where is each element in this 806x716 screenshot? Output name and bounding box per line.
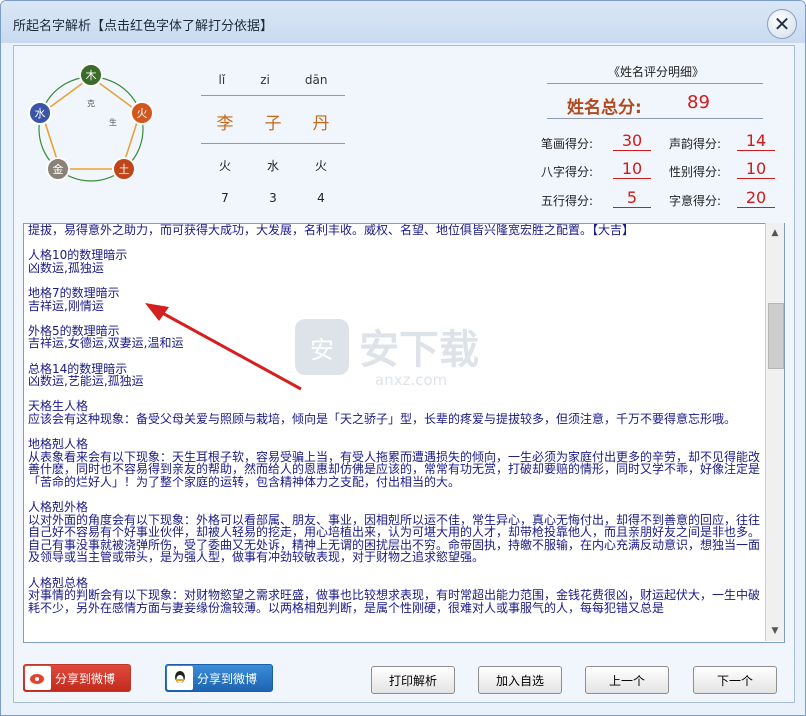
analysis-line: 地格7的数理暗示 [28, 285, 120, 300]
element-fire: 火 [130, 101, 154, 125]
analysis-text: 提拔，易得意外之助力，而可获得大成功，大发展，名利丰收。威权、名望、地位俱皆兴隆… [28, 224, 766, 614]
next-button[interactable]: 下一个 [693, 666, 777, 694]
score-value-meaning[interactable]: 20 [737, 188, 775, 208]
analysis-blank [28, 426, 766, 439]
name-char-2: 子 [264, 114, 282, 134]
score-value-gender[interactable]: 10 [737, 159, 775, 179]
annotation-arrow-icon [145, 303, 302, 391]
name-chars-row: 李 子 丹 [201, 109, 345, 134]
pinyin-2: zi [260, 73, 270, 87]
element-water: 水 [28, 101, 52, 125]
wuxing-1: 火 [218, 159, 231, 173]
strokes-1: 7 [221, 191, 229, 205]
svg-text:木: 木 [86, 69, 97, 82]
score-label-wuxing: 五行得分: [541, 194, 594, 208]
wuxing-diagram: 克 生 木 火 土 金 水 [28, 63, 154, 182]
pinyin-3: dān [304, 73, 328, 87]
add-favorite-button[interactable]: 加入自选 [478, 666, 562, 694]
pinyin-row: lǐ zi dān [201, 73, 345, 87]
watermark: 安 安下载 anxz.com [295, 319, 515, 389]
wuxing-row: 火 水 火 [201, 157, 345, 174]
element-earth: 土 [112, 157, 136, 181]
svg-text:土: 土 [119, 163, 130, 176]
close-button[interactable]: ✕ [767, 9, 797, 39]
close-icon: ✕ [773, 12, 791, 36]
analysis-line: 以对外面的角度会有以下现象：外格可以看部属、朋友、事业，因相剋所以运不佳，常生异… [28, 512, 761, 565]
name-char-3: 丹 [312, 114, 330, 134]
total-score-label: 姓名总分: [567, 98, 642, 118]
strokes-row: 7 3 4 [201, 191, 345, 205]
score-label-gender: 性别得分: [669, 165, 722, 179]
scroll-up-icon[interactable]: ▲ [769, 227, 781, 239]
analysis-window: 所起名字解析【点击红色字体了解打分依据】 ✕ 克 生 木 火 土 金 水 lǐ … [0, 0, 806, 716]
vertical-scrollbar[interactable]: ▲ ▼ [765, 223, 784, 641]
analysis-line: 人格10的数理暗示 [28, 248, 128, 263]
element-metal: 金 [46, 157, 70, 181]
window-title: 所起名字解析【点击红色字体了解打分依据】 [13, 19, 274, 34]
watermark-brand: 安下载 [359, 327, 479, 373]
name-char-1: 李 [216, 114, 234, 134]
wuxing-3: 火 [314, 159, 327, 173]
strokes-3: 4 [317, 191, 325, 205]
wuxing-2: 水 [266, 159, 279, 173]
score-caption: 《姓名评分明细》 [607, 65, 704, 79]
score-label-meaning: 字意得分: [669, 194, 722, 208]
qq-icon [167, 666, 193, 690]
bottom-toolbar: 分享到微博 分享到微博 打印解析 加入自选 上一个 下一个 [13, 656, 793, 700]
title-bar: 所起名字解析【点击红色字体了解打分依据】 ✕ [1, 1, 805, 43]
score-label-rhyme: 声韵得分: [669, 137, 722, 151]
score-label-bazi: 八字得分: [541, 165, 594, 179]
analysis-blank [28, 388, 766, 401]
analysis-line: 从表象看来会有以下现象：天生耳根子软，容易受骗上当，有受人拖累而遭遇损失的倾向，… [28, 449, 761, 489]
analysis-blank [28, 488, 766, 501]
print-analysis-button[interactable]: 打印解析 [371, 666, 455, 694]
weibo-icon [25, 666, 51, 690]
total-score-value: 89 [687, 92, 710, 113]
score-value-bazi[interactable]: 10 [613, 159, 651, 179]
pinyin-1: lǐ [218, 73, 226, 87]
analysis-line: 提拔，易得意外之助力，而可获得大成功，大发展，名利丰收。威权、名望、地位俱皆兴隆… [28, 223, 635, 237]
element-wood: 木 [79, 63, 103, 87]
relation-label-sheng: 生 [109, 117, 117, 127]
score-panel: 《姓名评分明细》 姓名总分: 89 笔画得分: 30 声韵得分: 14 八字得分… [531, 59, 781, 219]
analysis-line: 凶数运,孤独运 [28, 260, 104, 275]
score-value-wuxing[interactable]: 5 [613, 188, 651, 208]
watermark-url: anxz.com [375, 371, 448, 389]
strokes-2: 3 [269, 191, 277, 205]
analysis-blank [28, 564, 766, 577]
total-score-box: 姓名总分: 89 [547, 83, 763, 119]
scrollbar-thumb[interactable] [768, 303, 784, 369]
analysis-textarea[interactable]: 提拔，易得意外之助力，而可获得大成功，大发展，名利丰收。威权、名望、地位俱皆兴隆… [23, 223, 785, 643]
share-qq-button[interactable]: 分享到微博 [165, 664, 273, 692]
analysis-line: 应该会有这种现象：备受父母关爱与照顾与栽培，倾向是「天之骄子」型，长辈的疼爱与提… [28, 411, 737, 426]
svg-text:金: 金 [53, 162, 64, 176]
svg-text:水: 水 [35, 107, 46, 120]
score-value-strokes[interactable]: 30 [613, 131, 651, 151]
score-label-strokes: 笔画得分: [541, 137, 594, 151]
score-value-rhyme[interactable]: 14 [737, 131, 775, 151]
svg-text:火: 火 [137, 107, 148, 120]
analysis-line: 地格剋人格 [28, 437, 89, 452]
previous-button[interactable]: 上一个 [585, 666, 669, 694]
share-weibo-button[interactable]: 分享到微博 [23, 664, 131, 692]
share-qq-label: 分享到微博 [197, 671, 258, 686]
analysis-line: 对事情的判断会有以下现象：对财物慾望之需求旺盛，做事也比较想求表现，有时常超出能… [28, 588, 761, 615]
divider [201, 143, 345, 144]
analysis-blank [28, 274, 766, 287]
relation-label-ke: 克 [87, 99, 95, 108]
scroll-down-icon[interactable]: ▼ [769, 625, 781, 637]
analysis-line: 吉祥运,刚情运 [28, 298, 104, 313]
analysis-line: 人格剋外格 [28, 500, 89, 515]
share-weibo-label: 分享到微博 [55, 671, 116, 686]
analysis-blank [28, 237, 766, 250]
divider [201, 95, 345, 96]
